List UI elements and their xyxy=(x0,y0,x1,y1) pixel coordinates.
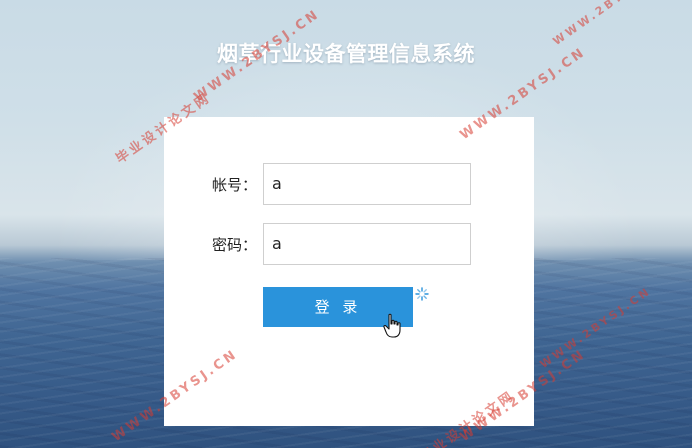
login-page: 烟草行业设备管理信息系统 帐号： a 密码： a 登 录 WWW.2BYSJ.C… xyxy=(0,0,692,448)
loading-spinner-icon xyxy=(415,287,429,301)
password-input[interactable]: a xyxy=(263,223,471,265)
login-card: 帐号： a 密码： a 登 录 xyxy=(164,117,534,426)
account-input[interactable]: a xyxy=(263,163,471,205)
hand-pointer-icon xyxy=(383,313,401,338)
page-title: 烟草行业设备管理信息系统 xyxy=(217,42,475,66)
password-label: 密码： xyxy=(212,236,258,254)
account-label: 帐号： xyxy=(212,176,258,194)
